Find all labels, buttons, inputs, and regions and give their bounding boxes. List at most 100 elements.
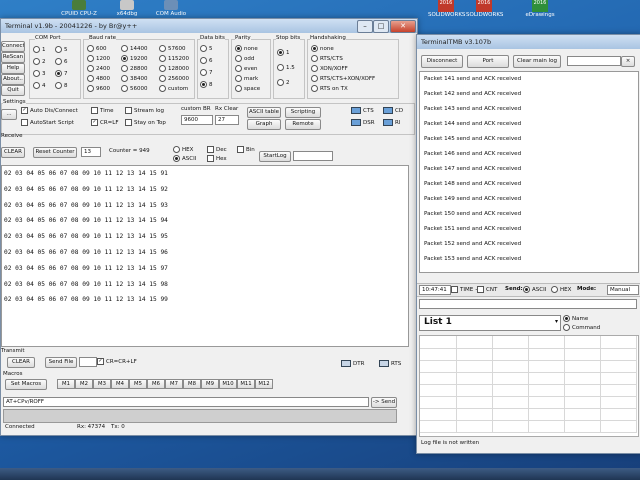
cr-crlf-checkbox[interactable]: ✓ CR=CR+LF [97,358,137,365]
counter-spinner[interactable]: 13 [81,147,101,157]
close-button[interactable]: ✕ [390,20,416,33]
grid-cell[interactable] [420,420,457,433]
grid-cell[interactable] [492,420,529,433]
radio-option[interactable]: XON/XOFF [311,65,348,72]
tmb-send-input[interactable] [419,299,637,309]
disconnect-button[interactable]: Disconnect [421,55,463,68]
terminaltmb-titlebar[interactable]: TerminalTMB v3.107b [417,35,640,49]
com-port-option[interactable]: 2 [33,58,46,65]
rescan-button[interactable]: ReScan [1,52,25,63]
radio-option[interactable]: RTS/CTS [311,55,343,62]
radio-option[interactable]: 1 [277,49,290,56]
custom-br-input[interactable]: 9600 [181,115,213,125]
scripting-button[interactable]: Scripting [285,107,321,118]
hex-radio[interactable]: HEX [173,146,193,153]
radio-option[interactable]: 57600 [159,45,186,52]
radio-option[interactable]: 7 [200,69,213,76]
macro-button-m7[interactable]: M7 [165,379,183,389]
autostart-script-checkbox[interactable]: AutoStart Script [21,119,74,126]
set-macros-button[interactable]: Set Macros [5,379,47,390]
radio-option[interactable]: 128000 [159,65,189,72]
radio-option[interactable]: 38400 [121,75,148,82]
auto-dis-connect-checkbox[interactable]: ✓ Auto Dis/Connect [21,107,78,114]
time-plus-checkbox[interactable]: TIME + [451,286,480,293]
desktop-icon-solidworks-2[interactable]: 2016 SOLIDWORKS [466,0,503,28]
send-file-button[interactable]: Send File [45,357,77,368]
grid-cell[interactable] [528,420,565,433]
grid-cell[interactable] [600,420,637,433]
com-port-option[interactable]: 4 [33,82,46,89]
quit-button[interactable]: Quit [1,85,25,96]
radio-option[interactable]: 2 [277,79,290,86]
radio-option[interactable]: even [235,65,258,72]
com-port-option[interactable]: 8 [55,82,68,89]
macro-button-m6[interactable]: M6 [147,379,165,389]
com-port-option[interactable]: 3 [33,70,46,77]
com-port-option[interactable]: 5 [55,46,68,53]
cr-lf-checkbox[interactable]: ✓ CR=LF [91,119,119,126]
transmit-clear-button[interactable]: CLEAR [7,357,35,368]
command-radio[interactable]: Command [563,324,600,331]
macro-button-m12[interactable]: M12 [255,379,273,389]
grid-cell[interactable] [456,420,493,433]
radio-option[interactable]: 1200 [87,55,110,62]
connect-button[interactable]: Connect [1,41,25,52]
maximize-button[interactable]: □ [373,20,389,33]
com-port-option-selected[interactable]: 7 [55,70,68,77]
radio-option[interactable]: mark [235,75,258,82]
macro-button-m10[interactable]: M10 [219,379,237,389]
hex-checkbox[interactable]: Hex [207,155,227,162]
macro-button-m1[interactable]: M1 [57,379,75,389]
send-button[interactable]: -> Send [371,397,397,408]
radio-option[interactable]: RTS/CTS+XON/XOFF [311,75,375,82]
command-list-grid[interactable] [419,335,639,437]
stay-on-top-checkbox[interactable]: Stay on Top [125,119,166,126]
port-button[interactable]: Port [467,55,509,68]
bin-checkbox[interactable]: Bin [237,146,255,153]
rts-checkbox[interactable]: RTS [379,360,401,367]
desktop-icon-com-audio[interactable]: COM Audio [148,0,194,20]
reset-counter-button[interactable]: Reset Counter [33,147,77,158]
list-selector[interactable]: List 1 ▾ [419,315,561,331]
receive-text-area[interactable]: 02 03 04 05 06 07 08 09 10 11 12 13 14 1… [1,165,409,347]
startlog-button[interactable]: StartLog [259,151,291,162]
grid-cell[interactable] [564,420,601,433]
tmb-search-field[interactable] [567,56,621,66]
transmit-input[interactable]: AT+CPv/ROFF [3,397,369,407]
com-port-option[interactable]: 1 [33,46,46,53]
remote-button[interactable]: Remote [285,119,321,130]
radio-option[interactable]: none [235,45,258,52]
mode-select[interactable]: Manual [607,285,639,295]
ascii-radio[interactable]: ASCII [173,155,196,162]
about-button[interactable]: About.. [1,74,25,85]
radio-option[interactable]: 256000 [159,75,189,82]
radio-option[interactable]: 5 [200,45,213,52]
packet-log[interactable]: Packet 141 send and ACK received Packet 1… [419,71,639,273]
time-checkbox[interactable]: Time [91,107,113,114]
help-button[interactable]: Help [1,63,25,74]
radio-option[interactable]: 4800 [87,75,110,82]
desktop-icon-edrawings[interactable]: 2016 eDrawings [520,0,560,28]
desktop-icon-solidworks-1[interactable]: 2016 SOLIDWORKS [428,0,465,28]
radio-option[interactable]: 115200 [159,55,189,62]
radio-option[interactable]: 14400 [121,45,148,52]
radio-option[interactable]: 8 [200,81,213,88]
dec-checkbox[interactable]: Dec [207,146,227,153]
macro-button-m5[interactable]: M5 [129,379,147,389]
macro-button-m11[interactable]: M11 [237,379,255,389]
transmit-area[interactable] [3,409,397,423]
radio-option[interactable]: custom [159,85,188,92]
radio-option[interactable]: 56000 [121,85,148,92]
radio-option[interactable]: 1.5 [277,64,295,71]
macro-button-m3[interactable]: M3 [93,379,111,389]
cnt-checkbox[interactable]: CNT [477,286,497,293]
macro-button-m8[interactable]: M8 [183,379,201,389]
dtr-checkbox[interactable]: DTR [341,360,364,367]
tmb-close-small-button[interactable]: × [621,56,635,67]
name-radio[interactable]: Name [563,315,588,322]
radio-option[interactable]: 19200 [121,55,148,62]
macro-button-m4[interactable]: M4 [111,379,129,389]
send-ascii-radio[interactable]: ASCII [523,286,546,293]
radio-option[interactable]: 2400 [87,65,110,72]
radio-option[interactable]: 600 [87,45,107,52]
